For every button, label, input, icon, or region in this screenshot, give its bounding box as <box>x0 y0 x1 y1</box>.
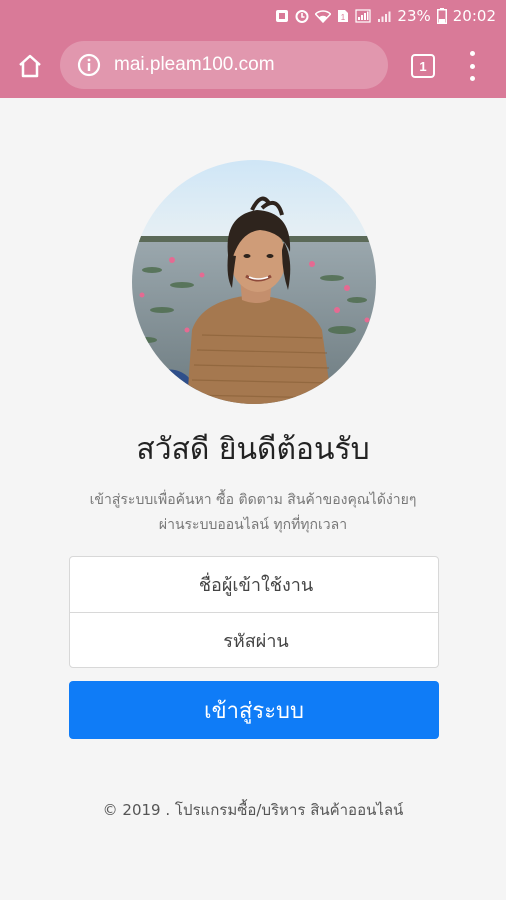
svg-text:1: 1 <box>341 13 346 22</box>
login-form <box>69 556 442 670</box>
password-input[interactable] <box>70 613 442 670</box>
alarm-icon <box>295 9 309 23</box>
sim-icon: 1 <box>337 9 349 23</box>
profile-avatar <box>132 160 376 404</box>
more-vert-icon[interactable] <box>458 51 486 81</box>
info-icon[interactable] <box>76 52 102 78</box>
home-icon <box>19 54 41 78</box>
welcome-subtitle-line1: เข้าสู่ระบบเพื่อค้นหา ซื้อ ติดตาม สินค้า… <box>89 492 417 508</box>
clock: 20:02 <box>452 7 496 25</box>
welcome-subtitle-line2: ผ่านระบบออนไลน์ ทุกที่ทุกเวลา <box>158 517 348 533</box>
notification-icon <box>275 9 289 23</box>
tab-count: 1 <box>411 54 435 78</box>
username-input[interactable] <box>70 557 442 614</box>
browser-toolbar: mai.pleam100.com 1 <box>0 32 506 98</box>
login-button[interactable]: เข้าสู่ระบบ <box>69 681 439 739</box>
tabs-button[interactable]: 1 <box>409 52 437 80</box>
status-bar: 1 23% 20:02 <box>0 0 506 32</box>
footer-copyright: © 2019 . โปรแกรมซื้อ/บริหาร สินค้าออนไลน… <box>102 801 404 819</box>
welcome-title: สวัสดี ยินดีต้อนรับ <box>136 432 370 467</box>
welcome-subtitle: เข้าสู่ระบบเพื่อค้นหา ซื้อ ติดตาม สินค้า… <box>40 488 466 538</box>
url-text[interactable]: mai.pleam100.com <box>114 54 275 76</box>
home-button[interactable] <box>14 50 46 82</box>
signal-icon-2 <box>377 10 391 23</box>
wifi-icon <box>315 9 332 23</box>
url-bar[interactable]: mai.pleam100.com <box>60 41 388 89</box>
signal-icon <box>355 9 372 23</box>
battery-icon <box>436 8 447 24</box>
battery-percent: 23% <box>397 7 431 25</box>
